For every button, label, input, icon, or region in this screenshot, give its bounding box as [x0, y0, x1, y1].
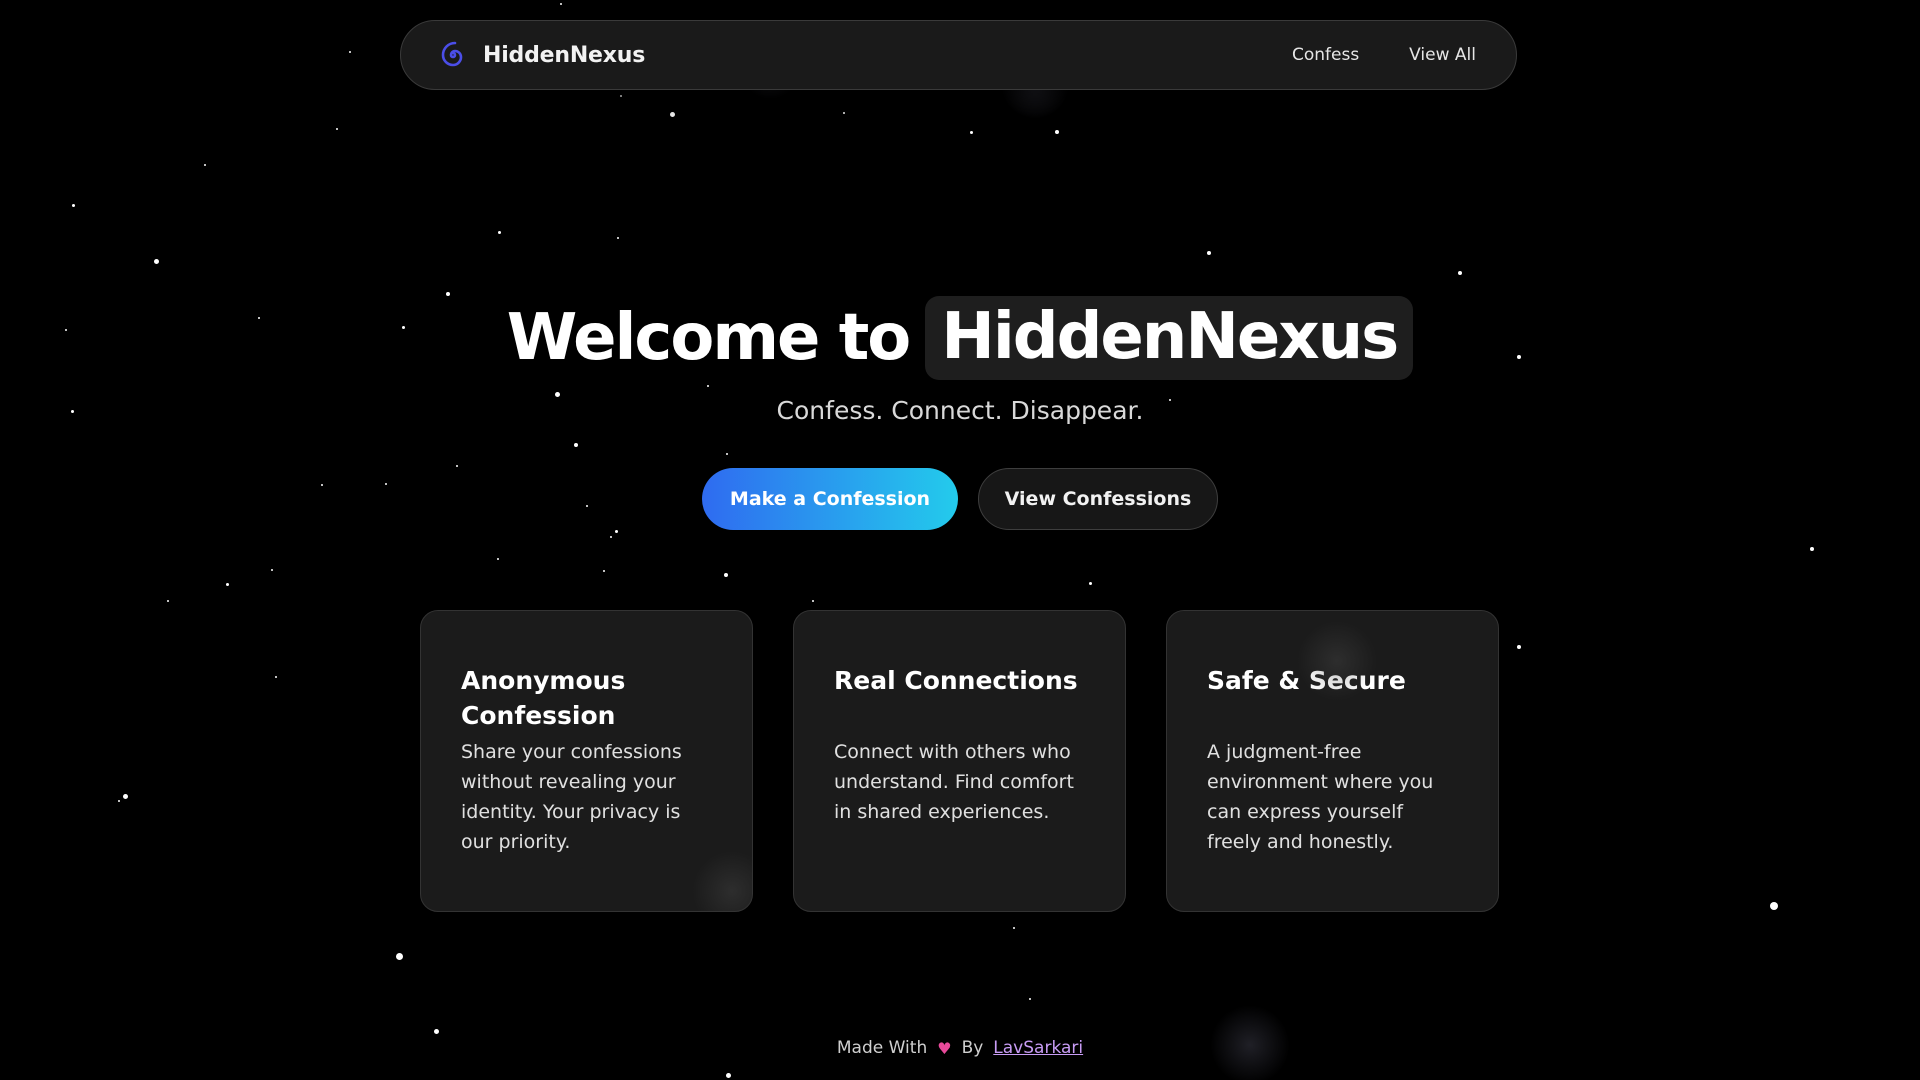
star — [726, 453, 728, 455]
view-confessions-button[interactable]: View Confessions — [978, 468, 1218, 530]
star — [275, 676, 277, 678]
author-link[interactable]: LavSarkari — [993, 1038, 1083, 1058]
star — [724, 573, 728, 577]
hero-title: Welcome to HiddenNexus — [0, 296, 1920, 380]
star — [434, 1029, 439, 1034]
star — [271, 569, 273, 571]
star — [456, 465, 458, 467]
star — [617, 237, 619, 239]
star — [560, 3, 562, 5]
star — [1810, 547, 1814, 551]
star — [204, 164, 206, 166]
footer: Made With ♥ By LavSarkari — [0, 1038, 1920, 1058]
brand-name: HiddenNexus — [483, 42, 646, 68]
star — [726, 1073, 731, 1078]
make-confession-button[interactable]: Make a Confession — [702, 468, 958, 530]
feature-card-text: A judgment-free environment where you ca… — [1207, 741, 1434, 853]
heart-icon: ♥ — [937, 1038, 952, 1058]
feature-card-text: Share your confessions without revealing… — [461, 741, 682, 853]
feature-card-anonymous: Anonymous Confession Share your confessi… — [420, 610, 753, 912]
feature-card-safe: Safe & Secure A judgment-free environmen… — [1166, 610, 1499, 912]
star — [1055, 130, 1059, 134]
footer-made-with: Made With — [836, 1038, 928, 1058]
star — [396, 953, 403, 960]
star — [1207, 251, 1211, 255]
card-glow — [1297, 621, 1377, 701]
hero-buttons: Make a Confession View Confessions — [0, 468, 1920, 530]
star — [118, 800, 120, 802]
star — [1458, 271, 1462, 275]
hero-title-prefix: Welcome to — [506, 301, 911, 375]
star — [843, 112, 845, 114]
star — [497, 558, 499, 560]
nav-link-confess[interactable]: Confess — [1292, 45, 1359, 65]
star — [1770, 902, 1778, 910]
star — [620, 95, 622, 97]
hero-subtitle: Confess. Connect. Disappear. — [776, 396, 1144, 425]
star — [1517, 645, 1521, 649]
navbar: HiddenNexus Confess View All — [400, 20, 1517, 90]
star — [615, 530, 618, 533]
star — [154, 259, 159, 264]
star — [1029, 998, 1031, 1000]
star — [226, 583, 229, 586]
star — [349, 51, 351, 53]
brand[interactable]: HiddenNexus — [437, 39, 645, 71]
star — [603, 570, 605, 572]
swirl-icon — [437, 39, 469, 71]
star — [72, 204, 75, 207]
nav-links: Confess View All — [1292, 45, 1476, 65]
star — [167, 600, 169, 602]
star — [123, 794, 128, 799]
hero-title-brand: HiddenNexus — [925, 296, 1414, 380]
star — [336, 128, 338, 130]
feature-card-title: Anonymous Confession — [461, 666, 626, 730]
feature-card-title: Real Connections — [834, 666, 1078, 695]
star — [610, 536, 612, 538]
footer-by: By — [961, 1038, 984, 1058]
star — [1013, 927, 1015, 929]
star — [970, 131, 973, 134]
star — [1089, 582, 1092, 585]
feature-card-text: Connect with others who understand. Find… — [834, 741, 1074, 823]
star — [498, 231, 501, 234]
star — [574, 443, 578, 447]
star — [707, 385, 709, 387]
star — [670, 112, 675, 117]
card-glow — [692, 851, 752, 911]
page: HiddenNexus Confess View All Welcome to … — [0, 0, 1920, 1080]
feature-cards: Anonymous Confession Share your confessi… — [420, 610, 1499, 912]
star — [812, 600, 814, 602]
feature-card-connections: Real Connections Connect with others who… — [793, 610, 1126, 912]
nav-link-view-all[interactable]: View All — [1409, 45, 1476, 65]
starfield-background — [0, 0, 1920, 1080]
